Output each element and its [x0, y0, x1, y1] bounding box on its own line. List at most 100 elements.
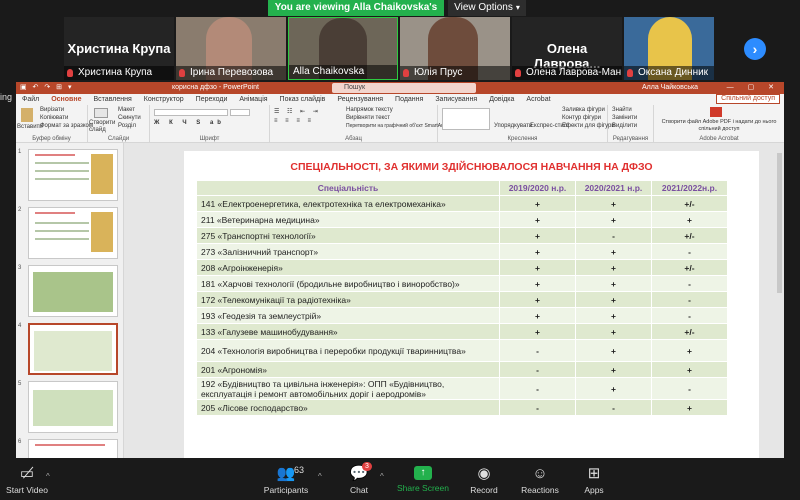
value-cell: +	[499, 275, 576, 292]
tab-insert[interactable]: Вставлення	[88, 94, 138, 105]
start-video-button[interactable]: ▭̸ Start Video	[4, 458, 50, 500]
vertical-scrollbar[interactable]	[777, 153, 782, 293]
next-page-icon[interactable]: ›	[744, 38, 766, 60]
shape-fill-button[interactable]: Заливка фігури	[562, 107, 605, 113]
participant-label: Оксана Динник	[624, 66, 714, 80]
participants-label: Participants	[263, 485, 309, 495]
slide-thumbnail[interactable]	[28, 207, 118, 259]
window-controls-icon[interactable]: — ▢ ✕	[727, 83, 780, 91]
participant-label-text: Юлія Прус	[414, 67, 463, 78]
thumb-number: 6	[18, 439, 22, 445]
tab-slideshow[interactable]: Показ слайдів	[274, 94, 332, 105]
value-cell: +	[499, 323, 576, 340]
new-slide-icon[interactable]	[94, 108, 108, 118]
value-cell: +	[651, 399, 728, 416]
cut-button[interactable]: Вирізати	[40, 107, 64, 113]
list-icons[interactable]: ☰ ☷ ⇤ ⇥	[274, 108, 321, 115]
slide-thumbnail[interactable]	[28, 265, 118, 317]
tab-design[interactable]: Конструктор	[138, 94, 190, 105]
slide-thumbnail-selected[interactable]	[28, 323, 118, 375]
format-painter-button[interactable]: Формат за зразком	[40, 123, 93, 129]
participant-tile[interactable]: Олена Лаврова... Олена Лаврова-Ман...	[512, 17, 622, 80]
new-slide-button[interactable]: Створити слайд	[89, 120, 115, 134]
chevron-up-icon[interactable]: ^	[318, 472, 322, 481]
mic-muted-icon	[627, 69, 633, 77]
shapes-gallery-icon[interactable]	[442, 108, 490, 130]
quick-access-icons[interactable]: ▣ ↶ ↷ ⊞ ▾	[20, 83, 74, 91]
replace-button[interactable]: Замінити	[612, 115, 637, 121]
participant-tile[interactable]: Оксана Динник	[624, 17, 714, 80]
specialties-table: Спеціальність 2019/2020 н.р. 2020/2021 н…	[196, 180, 728, 416]
record-button[interactable]: ◉ Record	[466, 458, 502, 500]
paste-icon[interactable]	[21, 108, 33, 122]
participant-label: Ірина Перевозова	[176, 66, 286, 80]
find-button[interactable]: Знайти	[612, 107, 632, 113]
section-button[interactable]: Розділ	[118, 123, 136, 129]
participants-count: 63	[294, 465, 305, 475]
tab-review[interactable]: Рецензування	[331, 94, 389, 105]
apps-button[interactable]: ⊞ Apps	[578, 458, 610, 500]
align-icons[interactable]: ≡ ≡ ≡ ≡	[274, 118, 314, 124]
tab-file[interactable]: Файл	[16, 94, 45, 105]
create-pdf-button[interactable]: Створити файл Adobe PDF і надати до ньог…	[658, 119, 780, 133]
arrange-button[interactable]: Упорядкувати	[494, 123, 532, 129]
align-text-button[interactable]: Вирівняти текст	[346, 115, 390, 121]
chevron-up-icon[interactable]: ^	[46, 472, 50, 481]
participant-tile[interactable]: Христина Крупа Христина Крупа	[64, 17, 174, 80]
smartart-button[interactable]: Перетворити на графічний об'єкт SmartArt	[346, 123, 444, 129]
group-label: Креслення	[507, 136, 538, 142]
participant-tile[interactable]: Ірина Перевозова	[176, 17, 286, 80]
slide-thumbnail[interactable]	[28, 381, 118, 433]
thumb-number: 4	[18, 323, 22, 329]
powerpoint-window: ▣ ↶ ↷ ⊞ ▾ корисна дфзо - PowerPoint Пошу…	[16, 82, 784, 491]
participant-tile-active[interactable]: Alla Chaikovska	[288, 17, 398, 80]
specialty-cell: 193 «Геодезія та землеустрій»	[196, 307, 500, 324]
table-row: 133 «Галузеве машинобудування» + + +/-	[196, 323, 728, 340]
participant-label-text: Alla Chaikovska	[293, 66, 365, 77]
thumb-number: 2	[18, 207, 22, 213]
tab-help[interactable]: Довідка	[483, 94, 520, 105]
search-input[interactable]: Пошук	[332, 83, 476, 93]
view-options-button[interactable]: View Options ▾	[448, 0, 526, 16]
select-button[interactable]: Виділити	[612, 123, 637, 129]
tab-animations[interactable]: Анімація	[233, 94, 273, 105]
participant-tile[interactable]: Юлія Прус	[400, 17, 510, 80]
tab-transitions[interactable]: Переходи	[190, 94, 234, 105]
font-size-input[interactable]	[230, 109, 250, 116]
value-cell: -	[575, 227, 652, 244]
specialty-cell: 201 «Агрономія»	[196, 361, 500, 378]
user-name[interactable]: Алла Чайковська	[642, 84, 698, 91]
value-cell: +	[651, 211, 728, 228]
document-title: корисна дфзо - PowerPoint	[172, 84, 259, 91]
tab-acrobat[interactable]: Acrobat	[520, 94, 556, 105]
slide-canvas[interactable]: СПЕЦІАЛЬНОСТІ, ЗА ЯКИМИ ЗДІЙСНЮВАЛОСЯ НА…	[184, 151, 759, 463]
share-button[interactable]: Спільний доступ	[716, 94, 780, 104]
ribbon-tabs: Файл Основне Вставлення Конструктор Переходи…	[16, 94, 784, 107]
slide-thumbnail[interactable]	[28, 149, 118, 201]
chevron-up-icon[interactable]: ^	[380, 472, 384, 481]
shape-outline-button[interactable]: Контур фігури	[562, 115, 601, 121]
layout-button[interactable]: Макет	[118, 107, 135, 113]
font-style-icons[interactable]: Ж К Ч S ab	[154, 120, 225, 126]
chat-button[interactable]: 💬 3 Chat	[342, 458, 376, 500]
participant-label-text: Оксана Динник	[638, 67, 709, 78]
reset-button[interactable]: Скинути	[118, 115, 141, 121]
ribbon-group-acrobat: Створити файл Adobe PDF і надати до ньог…	[654, 105, 784, 143]
pdf-icon[interactable]	[710, 107, 722, 117]
apps-label: Apps	[584, 485, 604, 495]
view-options-label: View Options	[454, 2, 513, 13]
copy-button[interactable]: Копіювати	[40, 115, 68, 121]
value-cell: +	[651, 361, 728, 378]
participant-label: Юлія Прус	[400, 66, 510, 80]
tab-view[interactable]: Подання	[389, 94, 429, 105]
paste-button[interactable]: Вставити	[17, 124, 43, 130]
share-screen-button[interactable]: ↑ Share Screen	[396, 458, 450, 500]
tab-recording[interactable]: Записування	[429, 94, 483, 105]
participant-label: Alla Chaikovska	[289, 65, 397, 79]
shape-effects-button[interactable]: Ефекти для фігури	[562, 123, 615, 129]
font-name-input[interactable]	[154, 109, 228, 116]
thumb-line	[35, 162, 89, 164]
reactions-button[interactable]: ☺ Reactions	[518, 458, 562, 500]
text-direction-button[interactable]: Напрямок тексту	[346, 107, 393, 113]
participants-button[interactable]: 👥 63 Participants	[258, 458, 314, 500]
